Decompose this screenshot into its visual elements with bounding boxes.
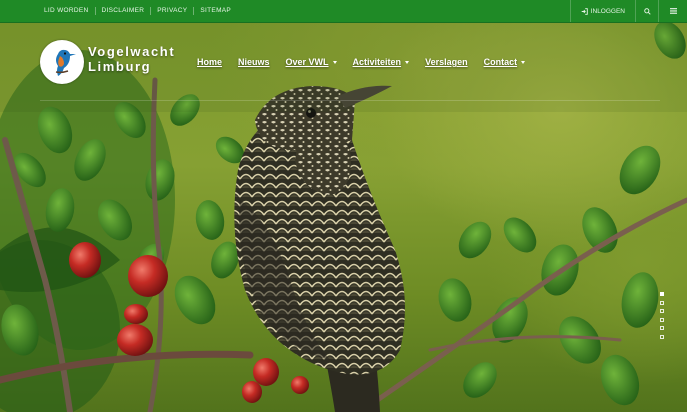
nav-item-label: Contact bbox=[483, 57, 518, 67]
search-button[interactable] bbox=[636, 0, 658, 22]
menu-button[interactable] bbox=[659, 0, 687, 22]
nav-item-label: Verslagen bbox=[425, 57, 468, 67]
chevron-down-icon bbox=[405, 61, 410, 64]
top-link-privacy[interactable]: PRIVACY bbox=[151, 0, 193, 22]
slider-dot[interactable] bbox=[660, 326, 664, 330]
chevron-down-icon bbox=[521, 61, 526, 64]
brand-line-1: Vogelwacht bbox=[88, 44, 176, 59]
nav-item-label: Over VWL bbox=[285, 57, 329, 67]
nav-item-activiteiten[interactable]: Activiteiten bbox=[353, 57, 410, 67]
nav-item-label: Activiteiten bbox=[352, 57, 402, 67]
nav-item-nieuws[interactable]: Nieuws bbox=[238, 57, 270, 67]
top-actions: INLOGGEN bbox=[569, 0, 687, 22]
nav-item-label: Nieuws bbox=[238, 57, 270, 67]
slider-dot[interactable] bbox=[660, 309, 664, 313]
nav-item-home[interactable]: Home bbox=[197, 57, 222, 67]
nav-item-verslagen[interactable]: Verslagen bbox=[425, 57, 468, 67]
slider-pagination bbox=[660, 292, 664, 339]
site-logo[interactable] bbox=[40, 40, 84, 84]
brand-line-2: Limburg bbox=[88, 59, 152, 74]
kingfisher-logo-icon bbox=[43, 43, 81, 81]
slider-dot[interactable] bbox=[660, 334, 664, 339]
site-brand: Vogelwacht Limburg bbox=[88, 44, 175, 74]
top-links: LID WORDEN DISCLAIMER PRIVACY SITEMAP bbox=[44, 0, 237, 22]
nav-item-label: Home bbox=[197, 57, 223, 67]
top-link-sitemap[interactable]: SITEMAP bbox=[194, 0, 237, 22]
login-icon bbox=[581, 7, 588, 15]
search-icon bbox=[643, 7, 651, 15]
slider-dot[interactable] bbox=[660, 317, 664, 322]
main-nav: Home Nieuws Over VWL Activiteiten Versla… bbox=[197, 53, 541, 71]
login-button[interactable]: INLOGGEN bbox=[571, 0, 635, 22]
login-label: INLOGGEN bbox=[590, 7, 625, 15]
header-divider bbox=[40, 100, 660, 101]
hamburger-menu-icon bbox=[669, 8, 677, 14]
top-link-disclaimer[interactable]: DISCLAIMER bbox=[96, 0, 151, 22]
slider-dot[interactable] bbox=[660, 300, 664, 305]
nav-item-contact[interactable]: Contact bbox=[484, 57, 526, 67]
nav-item-over-vwl[interactable]: Over VWL bbox=[286, 57, 337, 67]
chevron-down-icon bbox=[332, 61, 337, 64]
top-bar: LID WORDEN DISCLAIMER PRIVACY SITEMAP IN… bbox=[0, 0, 687, 23]
slider-dot[interactable] bbox=[660, 292, 664, 296]
top-link-lid-worden[interactable]: LID WORDEN bbox=[44, 0, 95, 22]
